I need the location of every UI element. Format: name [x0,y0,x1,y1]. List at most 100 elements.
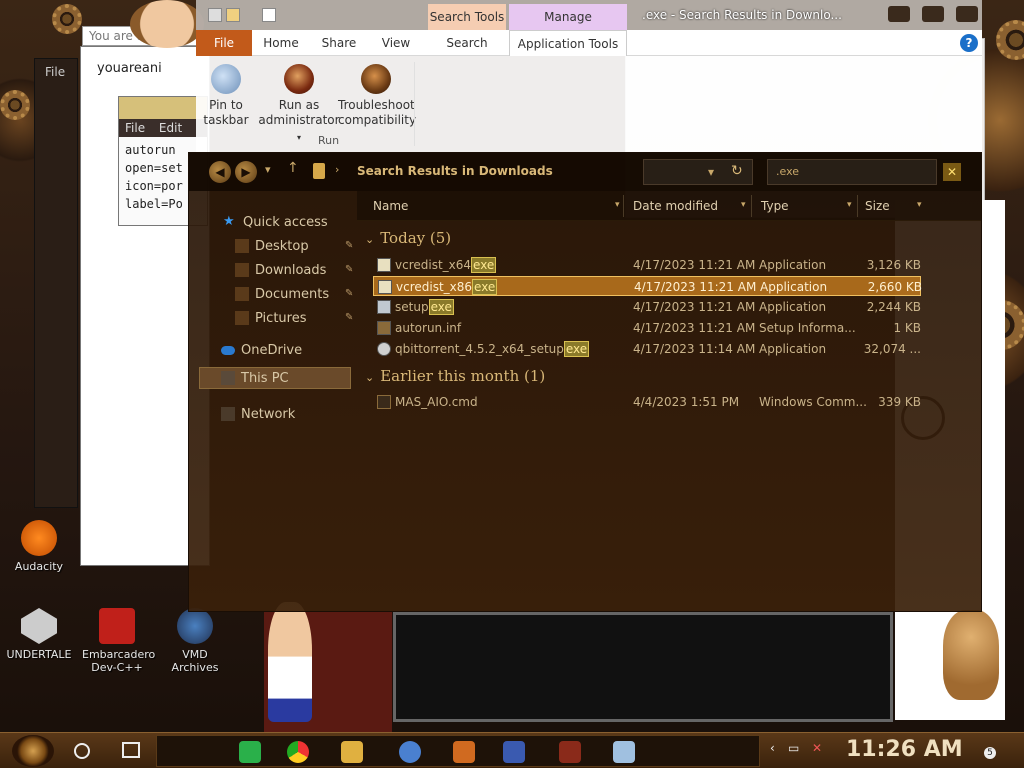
chrome-icon[interactable] [287,741,309,763]
context-tab-manage[interactable]: Manage [509,4,627,30]
sidebar-item-pictures[interactable]: Pictures ✎ [235,307,359,329]
xd-app-icon[interactable] [453,741,475,763]
sidebar-item-downloads[interactable]: Downloads ✎ [235,259,359,281]
tab-share[interactable]: Share [314,30,364,56]
sidebar-item-documents[interactable]: Documents ✎ [235,283,359,305]
pin-icon[interactable]: ✎ [345,240,353,251]
notifications-icon[interactable]: 5 [974,739,996,761]
desktop-icon-undertale[interactable]: UNDERTALE [4,608,74,661]
desktop-icon-audacity[interactable]: Audacity [4,520,74,573]
desktop-icon-vmd[interactable]: VMD Archives [160,608,230,674]
spotify-icon[interactable] [239,741,261,763]
column-size[interactable]: Size [865,199,890,213]
run-as-administrator-button[interactable]: Run as administrator ▾ [256,64,342,145]
sidebar-item-desktop[interactable]: Desktop ✎ [235,235,359,257]
troubleshoot-compatibility-button[interactable]: Troubleshoot compatibility [338,64,417,128]
column-separator[interactable] [857,195,858,217]
sidebar-item-network[interactable]: Network [221,403,295,425]
tab-application-tools[interactable]: Application Tools [509,30,627,56]
network-icon[interactable]: ▭ [788,741,799,755]
file-row[interactable]: setup exe 4/17/2023 11:21 AM Application … [373,297,921,317]
sidebar-item-this-pc[interactable]: This PC [221,367,289,389]
notepad-menu-file[interactable]: File [125,121,145,135]
notepad-menu: File Edit [119,119,207,137]
breadcrumb-chevron-icon[interactable]: › [335,163,339,176]
column-name[interactable]: Name [373,199,408,213]
search-highlight: exe [472,279,498,295]
cmd-file-icon [377,395,391,409]
file-name: vcredist_x86 exe [396,279,498,295]
file-row[interactable]: qbittorrent_4.5.2_x64_setup exe 4/17/2023… [373,339,921,359]
up-arrow-icon[interactable]: ↑ [287,160,299,176]
file-explorer-icon[interactable] [341,741,363,763]
tab-file[interactable]: File [196,30,252,56]
notepad-menu-edit[interactable]: Edit [159,121,182,135]
trouble-label-line2: compatibility [338,113,417,127]
dropdown-arrow-icon[interactable]: ▾ [297,133,301,142]
chevron-down-icon[interactable]: ▾ [917,200,922,210]
back-button[interactable]: ◀ [209,161,231,183]
pin-to-taskbar-button[interactable]: Pin to taskbar [200,64,252,128]
file-size: 3,126 KB [866,258,921,272]
pin-icon[interactable]: ✎ [345,312,353,323]
tab-search[interactable]: Search [432,30,502,56]
chevron-up-icon[interactable]: ‹ [770,741,775,755]
desktop-icon-label: Audacity [14,560,64,573]
sidebar-item-onedrive[interactable]: OneDrive [221,339,302,361]
pin-icon [211,64,241,94]
column-separator[interactable] [751,195,752,217]
ribbon-group-separator [414,62,415,146]
maximize-button[interactable] [922,6,944,22]
minimize-button[interactable] [888,6,910,22]
group-header-earlier[interactable]: ⌄ Earlier this month (1) [365,367,545,385]
recent-locations-icon[interactable]: ▾ [265,163,271,176]
task-view-icon[interactable] [122,742,140,758]
paint-icon[interactable] [613,741,635,763]
chevron-down-icon[interactable]: ▾ [847,200,852,210]
help-icon[interactable]: ? [960,34,978,52]
clock[interactable]: 11:26 AM [846,737,963,762]
file-row[interactable]: MAS_AIO.cmd 4/4/2023 1:51 PM Windows Com… [373,392,921,412]
file-row-selected[interactable]: vcredist_x86 exe 4/17/2023 11:21 AM Appli… [373,276,922,296]
desktop-icon-embarcadero[interactable]: Embarcadero Dev-C++ [82,608,155,674]
close-button[interactable] [956,6,978,22]
start-button[interactable] [12,735,54,767]
chevron-down-icon[interactable]: ▾ [708,165,714,179]
cloud-icon [221,345,235,355]
tab-view[interactable]: View [374,30,418,56]
quick-access-save-icon[interactable] [208,8,222,22]
column-date-modified[interactable]: Date modified [633,199,718,213]
file-row[interactable]: vcredist_x64 exe 4/17/2023 11:21 AM Appli… [373,255,921,275]
refresh-icon[interactable]: ↻ [731,163,743,179]
file-date: 4/17/2023 11:21 AM [633,300,756,314]
group-header-today[interactable]: ⌄ Today (5) [365,229,451,247]
tab-home[interactable]: Home [258,30,304,56]
pin-icon[interactable]: ✎ [345,288,353,299]
chevron-down-icon[interactable]: ▾ [615,200,620,210]
sidebar-item-quick-access[interactable]: ★ Quick access [223,211,328,233]
qbittorrent-icon[interactable] [399,741,421,763]
file-size: 339 KB [878,395,921,409]
search-icon[interactable] [74,743,90,759]
troubleshoot-icon [361,64,391,94]
chevron-down-icon[interactable]: ⌄ [365,371,374,384]
chevron-down-icon[interactable]: ⌄ [365,233,374,246]
breadcrumb[interactable]: Search Results in Downloads [357,164,553,178]
context-tab-search-tools[interactable]: Search Tools [428,4,506,30]
quick-access-page-icon[interactable] [262,8,276,22]
undertale-game-icon[interactable] [559,741,581,763]
volume-muted-icon[interactable]: ✕ [812,741,822,755]
virtualbox-icon[interactable] [503,741,525,763]
forward-button[interactable]: ▶ [235,161,257,183]
pin-icon[interactable]: ✎ [345,264,353,275]
quick-access-folder-icon[interactable] [226,8,240,22]
chevron-down-icon[interactable]: ▾ [741,200,746,210]
run-as-admin-icon [284,64,314,94]
search-input[interactable]: .exe [767,159,937,185]
file-date: 4/4/2023 1:51 PM [633,395,740,409]
column-type[interactable]: Type [761,199,789,213]
column-separator[interactable] [623,195,624,217]
file-row[interactable]: autorun.inf 4/17/2023 11:21 AM Setup Inf… [373,318,921,338]
clear-search-button[interactable]: ✕ [943,163,961,181]
window-controls [888,6,978,22]
